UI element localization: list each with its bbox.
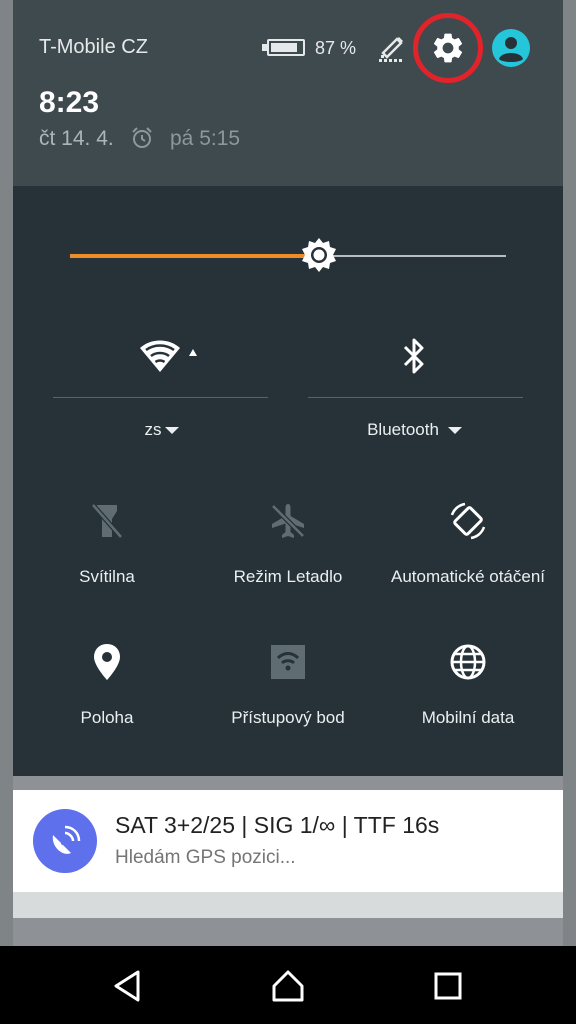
- notification-stack-edge: [13, 892, 563, 918]
- notification-subtitle: Hledám GPS pozici...: [115, 847, 296, 868]
- user-avatar-icon[interactable]: [492, 29, 530, 67]
- notification-icon-circle: [33, 809, 97, 873]
- back-icon[interactable]: [110, 968, 146, 1004]
- recents-icon[interactable]: [430, 968, 466, 1004]
- flashlight-off-icon: [91, 503, 123, 539]
- tile-airplane-mode-label: Režim Letadlo: [233, 567, 343, 586]
- tile-flashlight-label: Svítilna: [79, 567, 135, 586]
- bluetooth-icon[interactable]: [399, 336, 429, 376]
- notification-title: SAT 3+2/25 | SIG 1/∞ | TTF 16s: [115, 812, 440, 838]
- navigation-bar: [0, 946, 576, 1024]
- tile-airplane-mode[interactable]: Režim Letadlo: [198, 501, 378, 611]
- background-edge-left: [0, 0, 13, 946]
- airplane-mode-off-icon: [271, 504, 305, 538]
- edit-icon[interactable]: [377, 33, 405, 63]
- tile-auto-rotate[interactable]: Automatické otáčení: [378, 501, 558, 611]
- wifi-icon[interactable]: [138, 338, 182, 374]
- gps-notification[interactable]: SAT 3+2/25 | SIG 1/∞ | TTF 16s Hledám GP…: [13, 790, 563, 892]
- battery-percent: 87 %: [315, 38, 357, 58]
- tile-mobile-data-label: Mobilní data: [421, 708, 515, 727]
- tile-hotspot[interactable]: Přístupový bod: [198, 642, 378, 752]
- background-edge-right: [563, 0, 576, 946]
- notification-shade-header: T-Mobile CZ 87 % 8:23 čt 14. 4. pá 5:15: [13, 0, 563, 186]
- tile-auto-rotate-label: Automatické otáčení: [390, 567, 546, 586]
- brightness-slider-fill[interactable]: [70, 254, 319, 258]
- tile-mobile-data[interactable]: Mobilní data: [378, 642, 558, 752]
- tile-location[interactable]: Poloha: [17, 642, 197, 752]
- brightness-sun-thumb[interactable]: [299, 235, 339, 275]
- location-icon: [94, 644, 120, 680]
- battery-icon: [267, 39, 305, 56]
- next-alarm-time[interactable]: pá 5:15: [170, 127, 240, 151]
- bluetooth-dropdown-caret-icon[interactable]: [448, 427, 462, 434]
- wifi-dropdown-caret-icon[interactable]: [165, 427, 179, 434]
- wifi-activity-arrow-icon: [189, 349, 197, 356]
- alarm-clock-icon: [132, 127, 152, 148]
- date-text[interactable]: čt 14. 4.: [39, 127, 114, 151]
- wifi-divider: [53, 397, 268, 398]
- quick-settings-panel: zs Bluetooth Svítilna Režim Letadlo Auto…: [13, 186, 563, 776]
- bluetooth-divider: [308, 397, 523, 398]
- tile-flashlight[interactable]: Svítilna: [17, 501, 197, 611]
- brightness-slider-track[interactable]: [318, 255, 506, 257]
- home-icon[interactable]: [270, 968, 306, 1004]
- auto-rotate-icon: [450, 502, 486, 540]
- settings-gear-icon[interactable]: [430, 30, 466, 66]
- hotspot-icon: [271, 645, 305, 679]
- satellite-dish-icon: [52, 825, 81, 854]
- carrier-name: T-Mobile CZ: [39, 36, 148, 58]
- tile-hotspot-label: Přístupový bod: [231, 708, 345, 727]
- bluetooth-label[interactable]: Bluetooth: [353, 420, 453, 440]
- mobile-data-globe-icon: [450, 644, 486, 680]
- tile-location-label: Poloha: [80, 708, 134, 727]
- clock-time[interactable]: 8:23: [39, 86, 99, 120]
